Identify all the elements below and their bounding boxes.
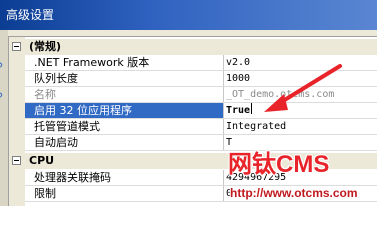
- collapse-toggle-icon[interactable]: [12, 42, 21, 51]
- property-row-name: 名称 _OT_demo.otcms.com: [9, 87, 377, 103]
- property-name: 自动启动: [34, 136, 78, 149]
- property-name: 启用 32 位应用程序: [25, 103, 223, 119]
- side-glyph-2: ?: [0, 90, 3, 104]
- side-glyph-1: ?: [0, 60, 3, 74]
- property-value-text[interactable]: True: [226, 105, 250, 116]
- property-name: .NET Framework 版本: [34, 56, 150, 69]
- property-row-queue-length[interactable]: 队列长度 1000: [9, 71, 377, 87]
- property-value[interactable]: Integrated: [226, 119, 286, 135]
- dialog-title: 高级设置: [6, 8, 55, 22]
- property-name: 托管管道模式: [34, 120, 100, 133]
- property-name: 处理器关联掩码: [34, 171, 111, 184]
- category-general-label: (常规): [29, 40, 62, 53]
- category-general[interactable]: (常规): [9, 39, 377, 55]
- property-value[interactable]: v2.0: [226, 55, 250, 71]
- category-cpu-label: CPU: [29, 154, 55, 167]
- watermark-logo: 网钛CMS: [228, 144, 329, 178]
- property-value: _OT_demo.otcms.com: [226, 89, 335, 100]
- watermark-url: http://www.otcms.com: [230, 186, 358, 200]
- collapse-toggle-icon[interactable]: [12, 156, 21, 165]
- left-scroll-strip: ? ?: [0, 30, 8, 206]
- property-row-enable-32bit[interactable]: 启用 32 位应用程序 True: [9, 103, 377, 119]
- dialog-title-bar: 高级设置: [0, 0, 377, 30]
- watermark-brand-suffix: CMS: [276, 151, 330, 178]
- property-row-net-framework[interactable]: .NET Framework 版本 v2.0: [9, 55, 377, 71]
- property-name: 队列长度: [34, 72, 78, 85]
- property-name: 限制: [34, 187, 56, 200]
- property-value-editor[interactable]: True: [226, 103, 253, 119]
- watermark-brand: 网钛: [228, 150, 276, 178]
- property-name: 名称: [34, 88, 56, 101]
- text-caret: [251, 103, 253, 114]
- property-grid: (常规) .NET Framework 版本 v2.0 队列长度 1000 名称…: [8, 36, 377, 206]
- property-row-pipeline-mode[interactable]: 托管管道模式 Integrated: [9, 119, 377, 135]
- property-value[interactable]: 1000: [226, 71, 250, 87]
